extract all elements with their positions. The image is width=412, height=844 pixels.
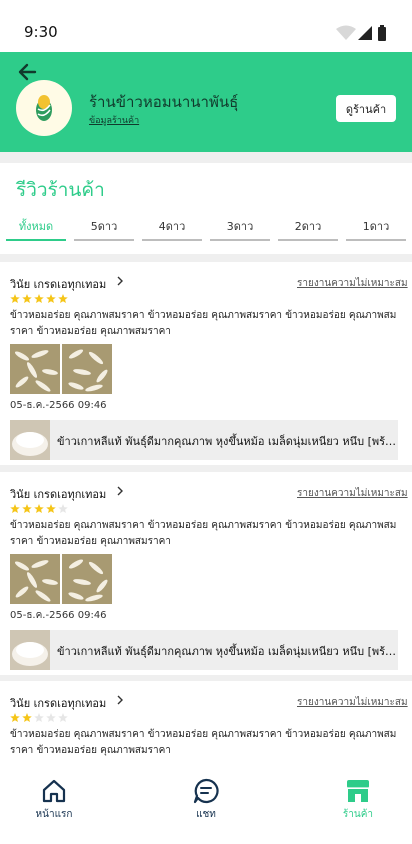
star-empty-icon — [58, 713, 68, 723]
nav-chat-label: แชท — [196, 809, 216, 820]
product-name: ข้าวเกาหลีแท้ พันธุ์ดีมากคุณภาพ หุงขึ้นห… — [57, 645, 397, 658]
report-link[interactable]: รายงานความไม่เหมาะสม — [297, 695, 408, 710]
product-link[interactable]: ข้าวเกาหลีแท้ พันธุ์ดีมากคุณภาพ หุงขึ้นห… — [10, 420, 398, 460]
chevron-right-icon[interactable] — [116, 276, 124, 286]
nav-home[interactable]: หน้าแรก — [14, 777, 94, 822]
tab-5-stars[interactable]: 5ดาว — [74, 218, 134, 241]
reviewer-name[interactable]: วินัย เกรดเอทุกเทอม — [10, 275, 106, 293]
tab-3-stars[interactable]: 3ดาว — [210, 218, 270, 241]
page-title: รีวิวร้านค้า — [16, 179, 105, 201]
shop-header: ร้านข้าวหอมนานาพันธุ์ ข้อมูลร้านค้า ดูร้… — [0, 52, 412, 152]
review-text: ข้าวหอมอร่อย คุณภาพสมราคา ข้าวหอมอร่อย ค… — [10, 520, 397, 547]
screen: 9:30 ร้านข้าวหอมนานาพันธุ์ ข้อมูลร้านค้า… — [0, 0, 412, 844]
review-photo[interactable] — [10, 554, 60, 604]
star-rating — [10, 504, 68, 514]
star-filled-icon — [10, 294, 20, 304]
nav-home-label: หน้าแรก — [35, 809, 73, 820]
chevron-right-icon[interactable] — [116, 486, 124, 496]
review-photo[interactable] — [10, 344, 60, 394]
star-filled-icon — [22, 504, 32, 514]
review-text: ข้าวหอมอร่อย คุณภาพสมราคา ข้าวหอมอร่อย ค… — [10, 310, 397, 337]
star-filled-icon — [46, 294, 56, 304]
star-filled-icon — [10, 713, 20, 723]
reviewer-name[interactable]: วินัย เกรดเอทุกเทอม — [10, 694, 106, 712]
nav-chat[interactable]: แชท — [166, 777, 246, 822]
chat-icon — [193, 778, 219, 804]
rating-filter-tabs: ทั้งหมด 5ดาว 4ดาว 3ดาว 2ดาว 1ดาว — [6, 218, 406, 242]
star-rating — [10, 713, 68, 723]
star-rating — [10, 294, 68, 304]
nav-store[interactable]: ร้านค้า — [318, 777, 398, 822]
bottom-navigation: หน้าแรก แชท ร้านค้า — [0, 763, 412, 844]
star-filled-icon — [10, 504, 20, 514]
visit-shop-button[interactable]: ดูร้านค้า — [336, 95, 396, 122]
battery-icon — [378, 27, 386, 41]
review-photo[interactable] — [62, 554, 112, 604]
product-image — [10, 630, 50, 670]
signal-icon — [358, 26, 372, 40]
star-filled-icon — [46, 504, 56, 514]
star-empty-icon — [46, 713, 56, 723]
status-bar: 9:30 — [0, 0, 412, 52]
star-filled-icon — [34, 504, 44, 514]
shop-name: ร้านข้าวหอมนานาพันธุ์ — [89, 93, 239, 111]
shop-info-link[interactable]: ข้อมูลร้านค้า — [89, 113, 139, 127]
wifi-icon — [336, 25, 356, 40]
tab-all[interactable]: ทั้งหมด — [6, 218, 66, 241]
tab-2-stars[interactable]: 2ดาว — [278, 218, 338, 241]
reviews-title-section: รีวิวร้านค้า ทั้งหมด 5ดาว 4ดาว 3ดาว 2ดาว… — [0, 163, 412, 254]
review-date: 05-ธ.ค.-2566 09:46 — [10, 610, 107, 621]
rice-grain-icon — [36, 95, 52, 121]
reviewer-name[interactable]: วินัย เกรดเอทุกเทอม — [10, 485, 106, 503]
report-link[interactable]: รายงานความไม่เหมาะสม — [297, 276, 408, 291]
back-arrow-icon[interactable] — [16, 62, 38, 82]
status-icons — [336, 25, 386, 41]
chevron-right-icon[interactable] — [116, 695, 124, 705]
report-link[interactable]: รายงานความไม่เหมาะสม — [297, 486, 408, 501]
tab-1-star[interactable]: 1ดาว — [346, 218, 406, 241]
tab-4-stars[interactable]: 4ดาว — [142, 218, 202, 241]
review-card: วินัย เกรดเอทุกเทอม รายงานความไม่เหมาะสม… — [0, 681, 412, 763]
star-filled-icon — [22, 294, 32, 304]
home-icon — [42, 779, 66, 803]
star-filled-icon — [34, 294, 44, 304]
star-empty-icon — [34, 713, 44, 723]
product-image — [10, 420, 50, 460]
status-time: 9:30 — [24, 23, 58, 41]
star-empty-icon — [58, 504, 68, 514]
review-card: วินัย เกรดเอทุกเทอม รายงานความไม่เหมาะสม… — [0, 472, 412, 675]
review-text: ข้าวหอมอร่อย คุณภาพสมราคา ข้าวหอมอร่อย ค… — [10, 729, 397, 756]
review-date: 05-ธ.ค.-2566 09:46 — [10, 400, 107, 411]
nav-store-label: ร้านค้า — [342, 809, 374, 820]
product-link[interactable]: ข้าวเกาหลีแท้ พันธุ์ดีมากคุณภาพ หุงขึ้นห… — [10, 630, 398, 670]
shop-logo — [16, 80, 72, 136]
star-filled-icon — [22, 713, 32, 723]
product-name: ข้าวเกาหลีแท้ พันธุ์ดีมากคุณภาพ หุงขึ้นห… — [57, 435, 397, 448]
star-filled-icon — [58, 294, 68, 304]
review-card: วินัย เกรดเอทุกเทอม รายงานความไม่เหมาะสม… — [0, 262, 412, 465]
review-photo[interactable] — [62, 344, 112, 394]
store-icon — [347, 780, 369, 802]
